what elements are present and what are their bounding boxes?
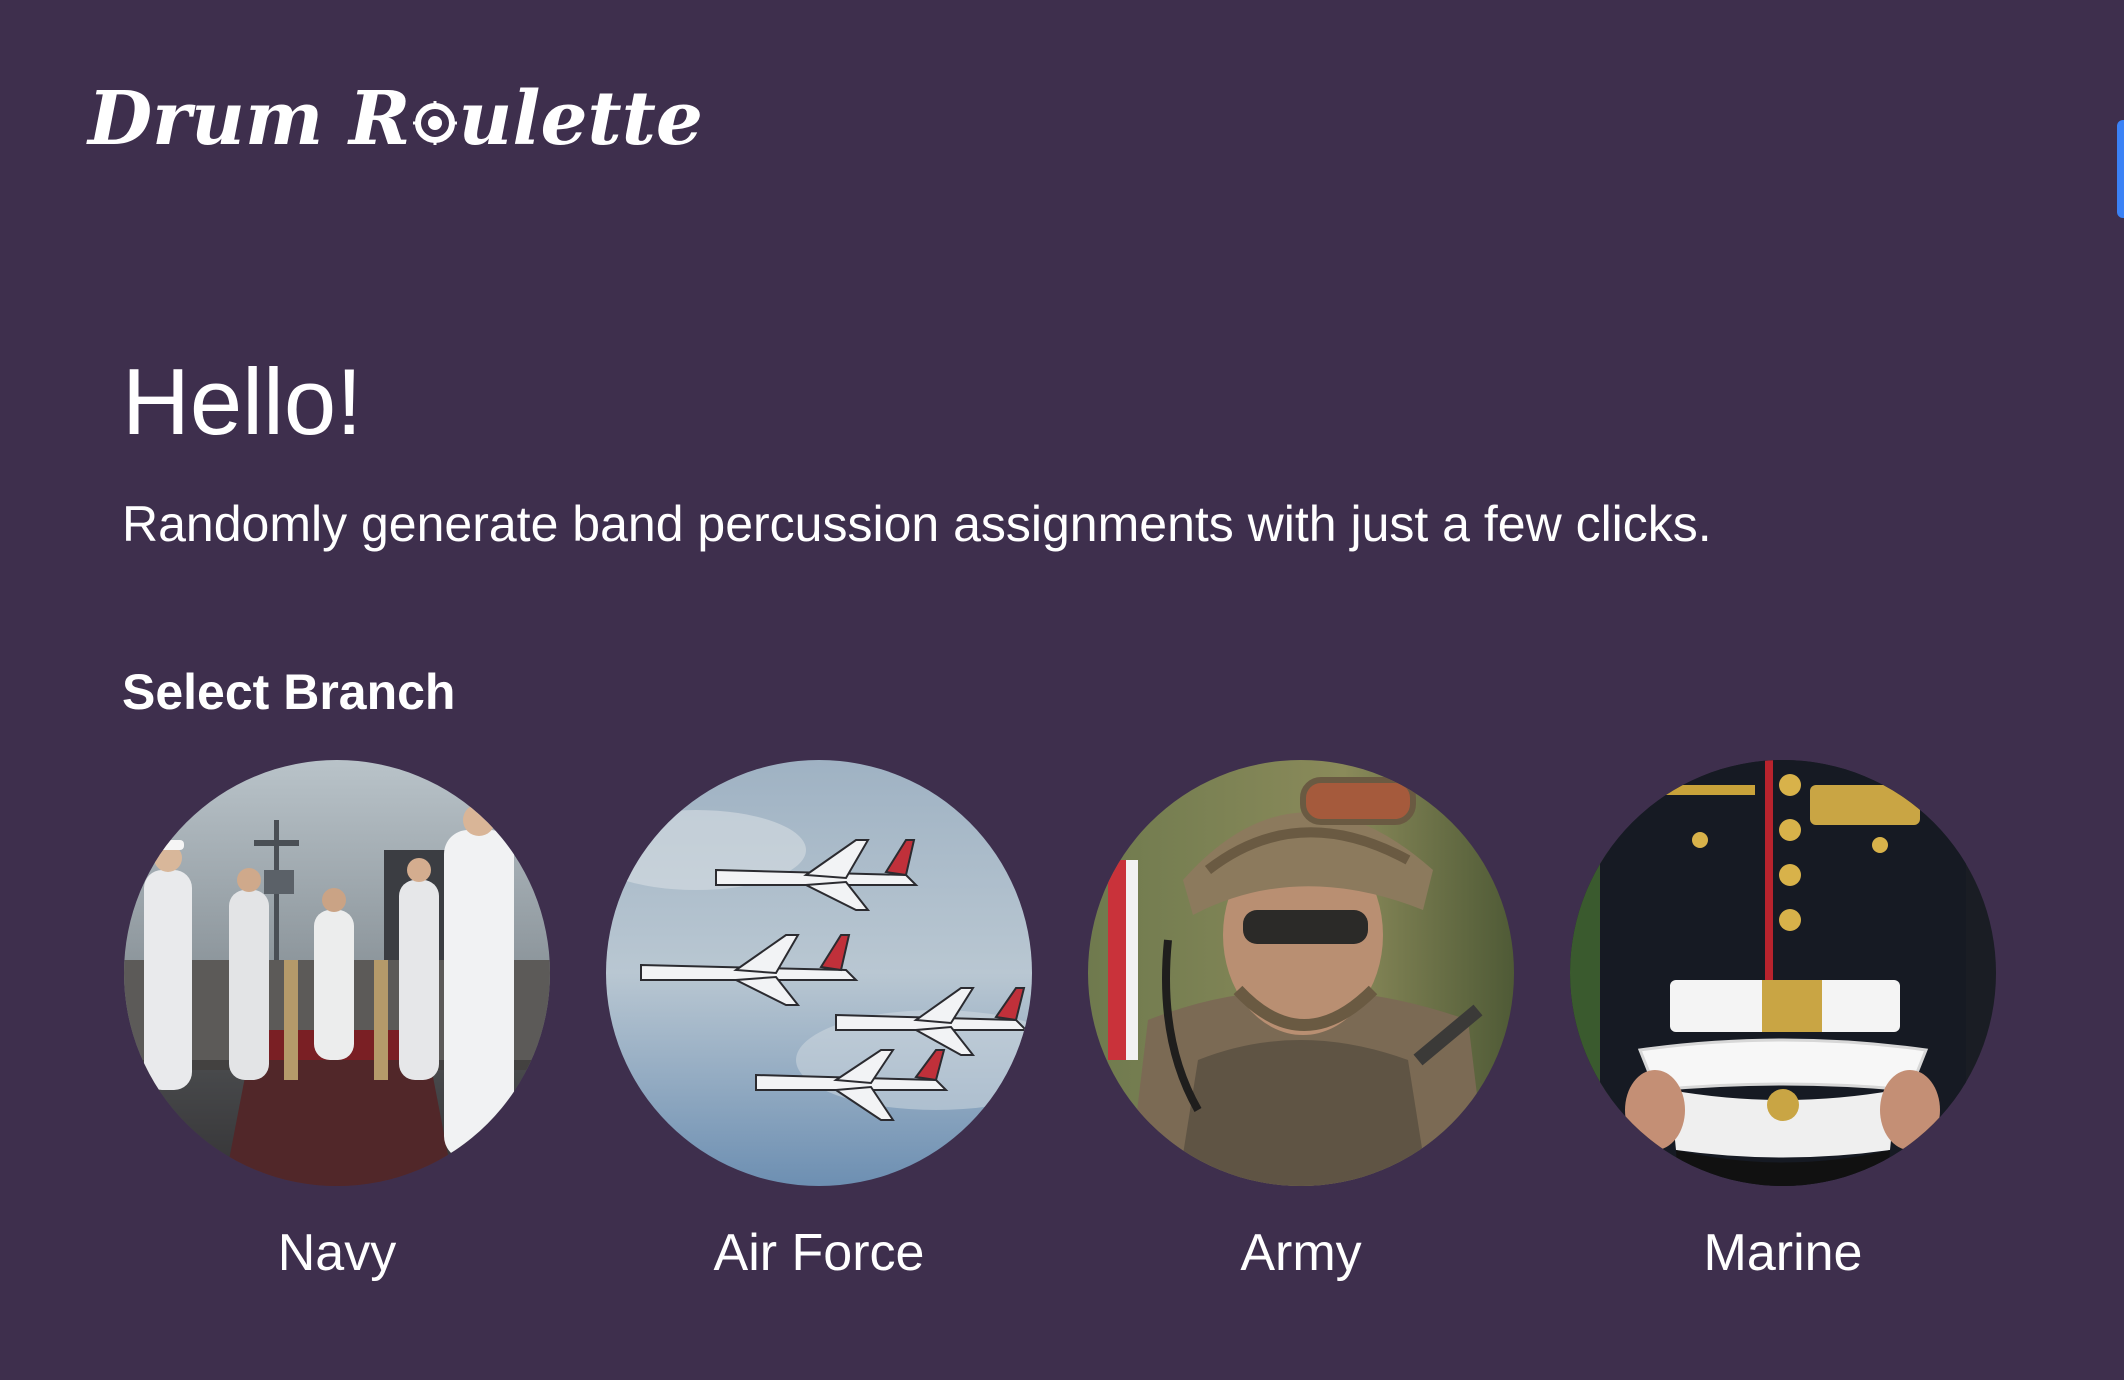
branch-option-army[interactable]: Army [1088,760,1514,1284]
logo-text-start: Drum R [88,76,411,162]
marine-image-art [1570,760,1996,1186]
page-title: Hello! [122,349,363,454]
branch-label-marine[interactable]: Marine [1704,1222,1863,1284]
jets-formation-image[interactable] [606,760,1032,1186]
drum-target-icon [412,101,457,145]
branch-label-army[interactable]: Army [1240,1222,1361,1284]
army-soldier-image[interactable] [1088,760,1514,1186]
app-logo[interactable]: Drum R ulette [88,82,703,156]
page-subtitle: Randomly generate band percussion assign… [122,496,1712,552]
branch-option-navy[interactable]: Navy [124,760,550,1284]
branch-label-air-force[interactable]: Air Force [714,1222,925,1284]
navy-image-art [124,760,550,1186]
branch-option-marine[interactable]: Marine [1570,760,1996,1284]
branch-list: Navy Air Force Army Marine [124,760,1996,1284]
branch-option-air-force[interactable]: Air Force [606,760,1032,1284]
marine-dress-uniform-image[interactable] [1570,760,1996,1186]
air-force-image-art [606,760,1032,1186]
side-panel-tab[interactable] [2117,120,2124,218]
branch-label-navy[interactable]: Navy [278,1222,396,1284]
army-image-art [1088,760,1514,1186]
select-branch-heading: Select Branch [122,664,456,720]
logo-text-end: ulette [458,76,703,162]
navy-sailors-saluting-image[interactable] [124,760,550,1186]
